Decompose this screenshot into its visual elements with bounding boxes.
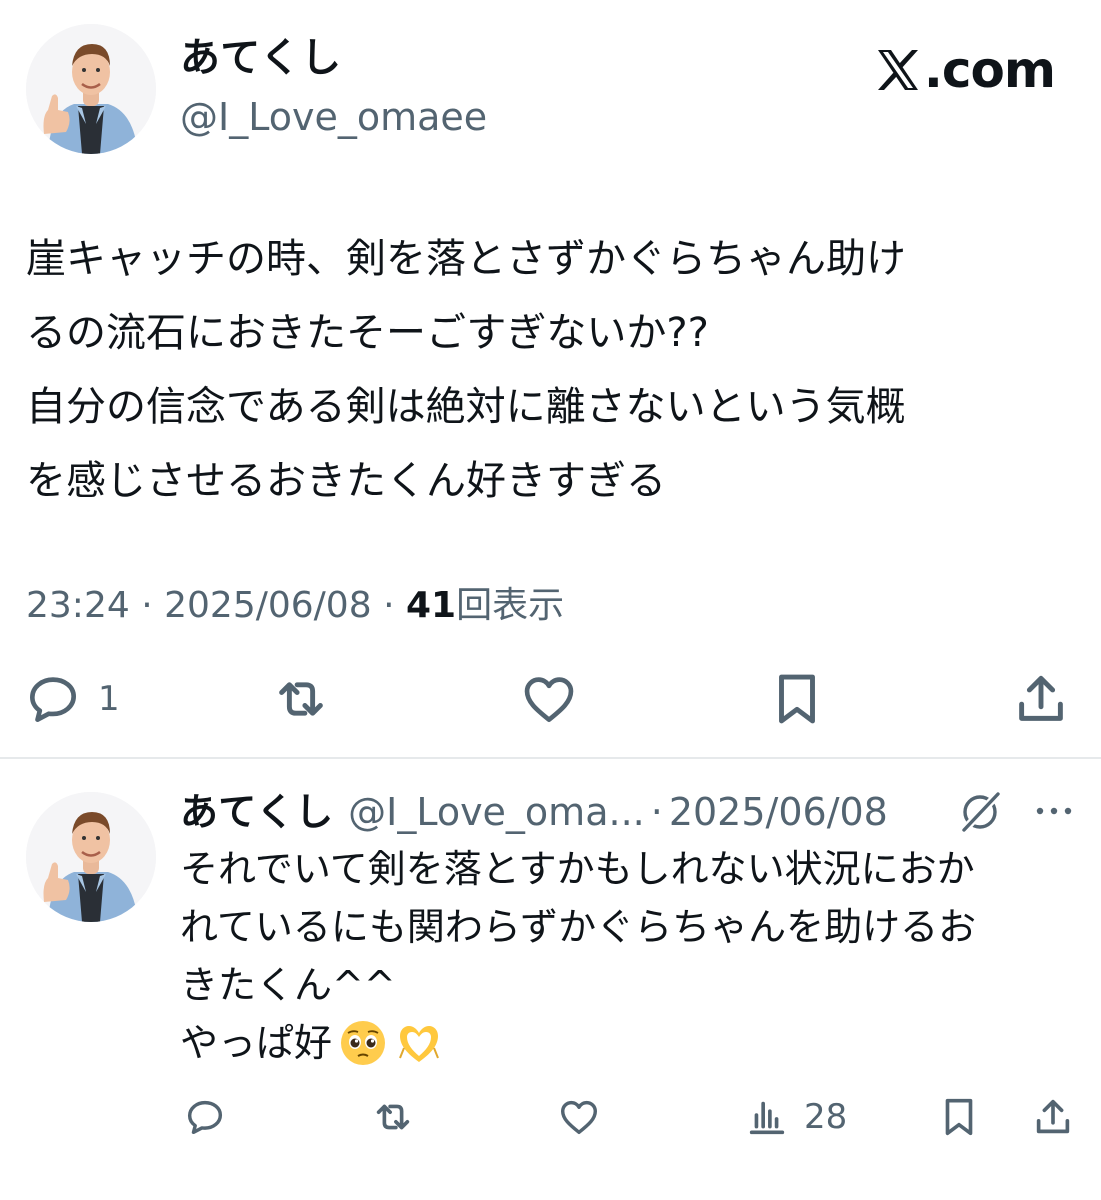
main-tweet-line: 自分の信念である剣は絶対に離さないという気概 xyxy=(26,384,906,430)
x-logo-icon xyxy=(877,50,918,90)
meta-separator: · xyxy=(650,790,663,834)
reply-header: あてくし @I_Love_oma... · 2025/06/08 xyxy=(180,790,888,834)
reply-date[interactable]: 2025/06/08 xyxy=(669,790,888,834)
reply-icon xyxy=(187,1100,223,1135)
reply-author-name[interactable]: あてくし xyxy=(180,790,334,834)
bookmark-button[interactable] xyxy=(766,668,828,730)
main-author-avatar[interactable] xyxy=(26,24,156,154)
brand-watermark: .com xyxy=(874,41,1056,99)
retweet-icon xyxy=(376,1104,410,1130)
reply-tweet-line: やっぱ好 xyxy=(180,1021,333,1065)
reply-tweet-line-with-emoji: やっぱ好 xyxy=(180,1014,1080,1072)
more-icon[interactable] xyxy=(1030,796,1078,826)
like-button[interactable] xyxy=(518,668,580,730)
bookmark-icon xyxy=(779,674,815,724)
tweet-time[interactable]: 23:24 xyxy=(26,585,130,626)
grok-icon[interactable] xyxy=(955,790,1005,834)
retweet-button[interactable] xyxy=(370,1094,416,1140)
tweet-screenshot: あてくし @I_Love_omaee .com 崖キャッチの時、剣を落とさずかぐ… xyxy=(0,0,1101,1200)
meta-separator: · xyxy=(383,585,395,626)
reply-tweet-line: れているにも関わらずかぐらちゃんを助けるお xyxy=(180,905,977,949)
reply-tweet-text: それでいて剣を落とすかもしれない状況におか れているにも関わらずかぐらちゃんを助… xyxy=(180,840,1080,1072)
reply-icon xyxy=(30,677,76,722)
main-tweet-line: を感じさせるおきたくん好きすぎる xyxy=(26,458,666,504)
like-icon xyxy=(524,677,574,722)
tweet-meta: 23:24 · 2025/06/08 · 41回表示 xyxy=(26,584,564,628)
retweet-icon xyxy=(279,682,323,716)
brand-text: .com xyxy=(923,41,1056,99)
avatar-photo-icon xyxy=(26,24,156,154)
share-icon xyxy=(1019,675,1063,721)
reply-author-handle[interactable]: @I_Love_oma... xyxy=(348,790,645,834)
like-icon xyxy=(560,1100,598,1135)
main-tweet-line: 崖キャッチの時、剣を落とさずかぐらちゃん助け xyxy=(26,236,906,282)
reply-button[interactable] xyxy=(182,1094,228,1140)
meta-separator: · xyxy=(141,585,153,626)
share-icon xyxy=(1036,1099,1070,1134)
analytics-icon xyxy=(749,1101,785,1135)
main-author-name[interactable]: あてくし xyxy=(180,38,342,78)
pleading-face-emoji xyxy=(341,1021,386,1065)
avatar-photo-icon xyxy=(26,792,156,922)
views-count: 28 xyxy=(804,1097,848,1137)
bookmark-button[interactable] xyxy=(936,1094,982,1140)
reply-button[interactable]: 1 xyxy=(22,668,120,730)
reply-author-avatar[interactable] xyxy=(26,792,156,922)
retweet-button[interactable] xyxy=(270,668,332,730)
share-button[interactable] xyxy=(1010,668,1072,730)
main-tweet-text: 崖キャッチの時、剣を落とさずかぐらちゃん助け るの流石におきたそーごすぎないか?… xyxy=(26,222,1086,518)
main-tweet-line: るの流石におきたそーごすぎないか?? xyxy=(26,310,709,356)
views-label: 回表示 xyxy=(456,585,565,626)
reply-count: 1 xyxy=(98,679,120,719)
views-count[interactable]: 41 xyxy=(406,585,456,626)
heart-hands-emoji xyxy=(399,1026,439,1062)
divider xyxy=(0,757,1101,759)
analytics-button[interactable]: 28 xyxy=(744,1094,847,1140)
main-author-handle[interactable]: @I_Love_omaee xyxy=(180,98,487,136)
reply-tweet-line: それでいて剣を落とすかもしれない状況におか xyxy=(180,847,975,891)
bookmark-icon xyxy=(945,1098,973,1136)
reply-tweet-line: きたくん^^ xyxy=(180,963,396,1007)
like-button[interactable] xyxy=(556,1094,602,1140)
share-button[interactable] xyxy=(1030,1094,1076,1140)
tweet-date[interactable]: 2025/06/08 xyxy=(164,585,372,626)
